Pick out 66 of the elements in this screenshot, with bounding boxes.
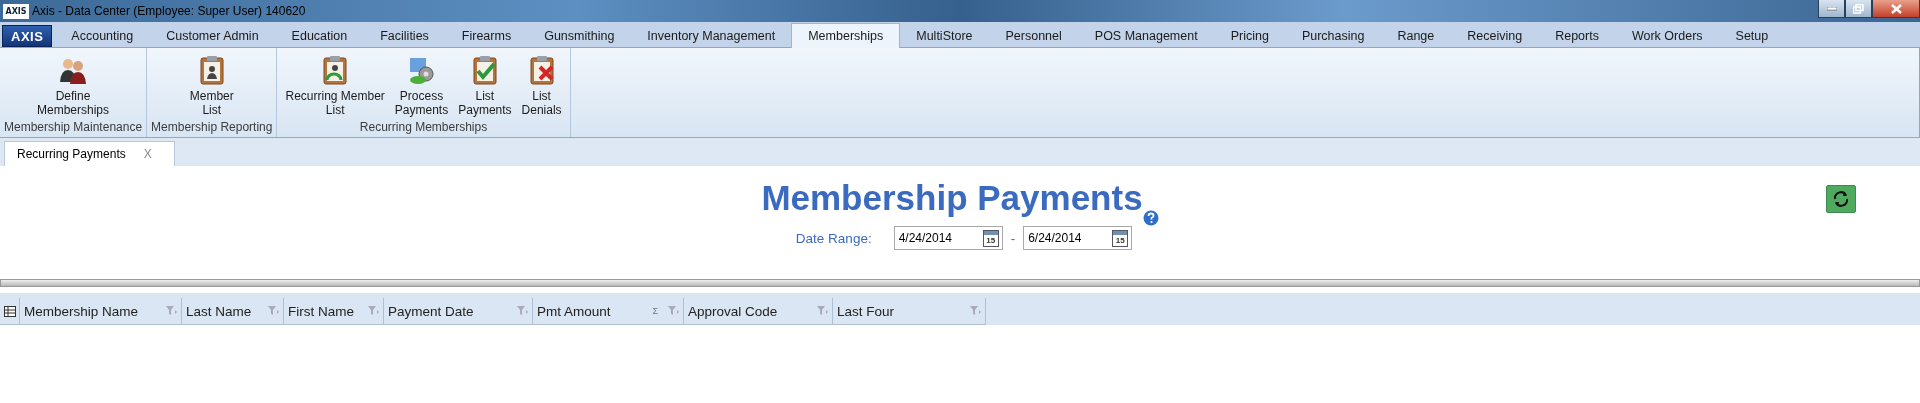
menu-tab[interactable]: MultiStore (899, 23, 990, 47)
ribbon-button[interactable]: List Payments (456, 52, 514, 120)
window-title: Axis - Data Center (Employee: Super User) 140620 (32, 4, 306, 18)
close-tab-button[interactable]: X (143, 147, 152, 161)
column-header[interactable]: Pmt Amount Σ (533, 298, 684, 324)
menu-tab[interactable]: Setup (1718, 23, 1786, 47)
tab-label: Recurring Payments (17, 147, 126, 161)
close-button[interactable] (1872, 0, 1920, 18)
menu-tab[interactable]: Firearms (444, 23, 529, 47)
splitter-bar[interactable] (0, 279, 1920, 287)
date-range-label: Date Range: (795, 230, 872, 246)
app-icon: AXIS (3, 3, 29, 19)
ribbon-button[interactable]: Process Payments (392, 52, 451, 120)
filter-icon[interactable] (268, 306, 279, 316)
group-label: Membership Maintenance (3, 120, 144, 136)
refresh-button[interactable] (1826, 185, 1856, 213)
menu-tab[interactable]: Inventory Management (630, 23, 793, 47)
restore-button[interactable] (1845, 0, 1872, 18)
column-header[interactable]: Last Four (833, 298, 986, 324)
menu-tab[interactable]: Range (1380, 23, 1452, 47)
menu-tab[interactable]: Education (274, 23, 365, 47)
menu-tab[interactable]: Memberships (791, 23, 901, 48)
filter-icon[interactable] (517, 306, 528, 316)
help-icon (1142, 210, 1159, 226)
sum-icon[interactable]: Σ (652, 306, 658, 316)
menu-tab[interactable]: Pricing (1213, 23, 1286, 47)
refresh-icon (1832, 190, 1850, 208)
column-header[interactable]: Payment Date (384, 298, 533, 324)
ribbon-button[interactable]: Define Memberships (35, 52, 112, 120)
filter-icon[interactable] (668, 306, 679, 316)
column-header[interactable]: Last Name (182, 298, 284, 324)
close-icon (1890, 3, 1902, 14)
menu-tab[interactable]: Gunsmithing (527, 23, 632, 47)
menu-tab[interactable]: Purchasing (1284, 23, 1382, 47)
filter-icon[interactable] (817, 306, 828, 316)
menu-tab[interactable]: Receiving (1450, 23, 1540, 47)
column-header[interactable]: First Name (284, 298, 384, 324)
minimize-icon (1826, 6, 1837, 11)
date-field[interactable]: 6/24/2014 15 (1023, 226, 1133, 250)
menu-tab[interactable]: Work Orders (1614, 23, 1720, 47)
menu-tab[interactable]: Accounting (54, 23, 151, 47)
ribbon-button[interactable]: Recurring Member List (283, 52, 387, 120)
menu-tab[interactable]: POS Management (1077, 23, 1215, 47)
date-field[interactable]: 4/24/2014 15 (893, 226, 1003, 250)
restore-icon (1853, 3, 1864, 14)
menu-tab[interactable]: Reports (1538, 23, 1616, 47)
menu-tab[interactable]: Personnel (988, 23, 1079, 47)
ribbon-button[interactable]: List Denials (519, 52, 564, 120)
filter-icon[interactable] (970, 306, 981, 316)
calendar-button[interactable]: 15 (1112, 229, 1129, 247)
minimize-button[interactable] (1818, 0, 1845, 18)
calendar-button[interactable]: 15 (982, 229, 999, 247)
filter-icon[interactable] (166, 306, 177, 316)
menu-tab[interactable]: Facilities (363, 23, 446, 47)
column-header[interactable]: Membership Name (20, 298, 182, 324)
column-chooser-icon[interactable] (3, 305, 16, 317)
logo-tab[interactable]: AXIS (2, 25, 53, 47)
filter-icon[interactable] (368, 306, 379, 316)
range-separator: - (1010, 230, 1016, 246)
group-label: Membership Reporting (150, 120, 274, 136)
ribbon-button[interactable]: Member List (187, 52, 236, 120)
column-header[interactable]: Approval Code (684, 298, 833, 324)
document-tab[interactable]: Recurring Payments X (4, 141, 175, 166)
page-title: Membership Payments (761, 177, 1143, 219)
menu-tab[interactable]: Customer Admin (149, 23, 276, 47)
group-label: Recurring Memberships (358, 120, 489, 136)
